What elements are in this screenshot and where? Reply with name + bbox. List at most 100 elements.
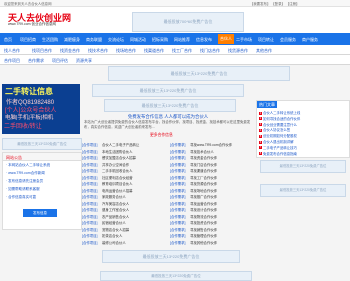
list-title-link[interactable]: 寻找投资合作伙伴	[190, 220, 217, 225]
list-category[interactable]: [合作项目]	[82, 175, 97, 180]
nav-item[interactable]: 商户服务	[302, 37, 318, 43]
nav-item[interactable]: 减肥瘦身	[64, 37, 80, 43]
list-title-link[interactable]: 二手手机回收合伙人	[102, 168, 133, 173]
nav-item[interactable]: 招标采购	[152, 37, 168, 43]
list-title-link[interactable]: 装修公司合伙人	[102, 240, 126, 245]
list-title-link[interactable]: 电商运营合伙人招募	[102, 188, 133, 193]
list-category[interactable]: [合作项目]	[82, 220, 97, 225]
list-category[interactable]: [合作需求]	[170, 168, 185, 173]
nav-item[interactable]: 商务联盟	[86, 37, 102, 43]
nav-item[interactable]: 合伙人	[218, 34, 234, 44]
nav-item[interactable]: 交流论坛	[108, 37, 124, 43]
nav-item[interactable]: 项目转让	[258, 37, 274, 43]
list-category[interactable]: [合作项目]	[82, 181, 97, 186]
list-category[interactable]: [合作需求]	[170, 227, 185, 232]
center-footer-ad[interactable]: 最低投放三天13*220免费广告位	[102, 250, 240, 263]
sub-nav-item[interactable]: 找工厂合作	[172, 48, 192, 54]
list-category[interactable]: [合作需求]	[170, 207, 185, 212]
nav-item[interactable]: 生活团购	[42, 37, 58, 43]
sub-nav-item[interactable]: 找项目合作	[32, 48, 52, 54]
list-title-link[interactable]: 宠物店合伙人招募	[102, 227, 129, 232]
list-category[interactable]: [合作需求]	[170, 142, 185, 147]
list-title-link[interactable]: 寻找运营合作伙伴	[190, 201, 217, 206]
list-category[interactable]: [合作项目]	[82, 168, 97, 173]
sub-nav-item[interactable]: 找场地合作	[116, 48, 136, 54]
right-ad[interactable]: 最低投放三天13*220免费广告位	[260, 184, 346, 197]
nav-item[interactable]: 同城活动	[130, 37, 146, 43]
list-category[interactable]: [合作需求]	[170, 155, 185, 160]
list-title-link[interactable]: 健身工作室合伙人	[102, 207, 129, 212]
list-title-link[interactable]: 寻找www.TR9.com合作伙伴	[190, 142, 232, 147]
list-category[interactable]: [合作项目]	[82, 162, 97, 167]
nav-item[interactable]: 二手市场	[236, 37, 252, 43]
sub-nav-item[interactable]: 找货源合作	[228, 48, 248, 54]
list-category[interactable]: [合作需求]	[170, 233, 185, 238]
sub-nav-item[interactable]: 找门店合作	[200, 48, 220, 54]
site-logo[interactable]: 天人去伙创业网 www.TR9.com 创业合作信息网	[8, 11, 71, 29]
list-title-link[interactable]: 教育培训项目合伙人	[102, 181, 133, 186]
post-info-button[interactable]: 发布信息	[23, 209, 57, 217]
sub-nav-item[interactable]: 合作需求	[28, 58, 44, 64]
list-category[interactable]: [合作需求]	[170, 188, 185, 193]
list-category[interactable]: [合作项目]	[82, 214, 97, 219]
list-category[interactable]: [合作需求]	[170, 240, 185, 245]
list-title-link[interactable]: 寻找推广合作伙伴	[190, 194, 217, 199]
nav-item[interactable]: 首页	[4, 37, 12, 43]
sub-nav-item[interactable]: 找人合作	[4, 48, 20, 54]
list-title-link[interactable]: 寻找管理合作伙伴	[190, 233, 217, 238]
hot-article-link[interactable]: 4 合伙人协议怎么签	[259, 127, 290, 132]
hot-article-link[interactable]: 1 合伙人二手转让系统上线	[259, 110, 300, 115]
promo-banner[interactable]: 二手转让信息 作者QQ81982480 [个人]公众号合伙人 电脑|手机|平板|…	[2, 84, 80, 134]
notice-item[interactable]: · 合作信息真实可靠	[6, 195, 36, 200]
list-title-link[interactable]: 寻找门店合作伙伴	[190, 162, 217, 167]
list-category[interactable]: [合作项目]	[82, 155, 97, 160]
list-title-link[interactable]: 本地生活团购合伙人	[102, 149, 133, 154]
hot-article-link[interactable]: 6 合伙人退出机制详解	[259, 139, 294, 144]
left-ad[interactable]: 最低投放三天13*220免费广告位	[2, 138, 82, 150]
list-category[interactable]: [合作需求]	[170, 201, 185, 206]
sub-nav-item[interactable]: 资源共享	[76, 58, 92, 64]
more-link[interactable]: 更多合作信息	[150, 133, 173, 138]
list-title-link[interactable]: 农产品销售合伙人	[102, 214, 129, 219]
list-title-link[interactable]: 寻找物流合作伙伴	[190, 214, 217, 219]
list-title-link[interactable]: 寻找工厂合作伙伴	[190, 175, 217, 180]
center-ad[interactable]: 最低投放三天13*220免费广告位	[104, 99, 236, 112]
list-title-link[interactable]: 合伙人二手电子产品转让	[102, 142, 139, 147]
list-title-link[interactable]: 寻找场地合作伙伴	[190, 188, 217, 193]
list-title-link[interactable]: 寻找其他合作伙伴	[190, 240, 217, 245]
nav-item[interactable]: 信息发布	[196, 37, 212, 43]
hot-article-link[interactable]: 8 免费发布合作信息指南	[259, 151, 297, 156]
list-title-link[interactable]: 家政服务合伙人	[102, 194, 126, 199]
list-category[interactable]: [合作项目]	[82, 142, 97, 147]
list-title-link[interactable]: 寻找货源合作伙伴	[190, 181, 217, 186]
list-title-link[interactable]: 共享办公空间合作	[102, 162, 129, 167]
list-title-link[interactable]: 社区便利店合伙经营	[102, 175, 133, 180]
notice-item[interactable]: · 本网站合伙人二手转让系统	[6, 163, 50, 168]
nav-item[interactable]: 会员服务	[280, 37, 296, 43]
notice-item[interactable]: · 发布信息请先注册会员	[6, 179, 43, 184]
hot-article-link[interactable]: 5 创业初期如何分配股权	[259, 133, 297, 138]
list-title-link[interactable]: 汽车美容店合伙人	[102, 201, 129, 206]
header-ad[interactable]: 最低投放700*60免费广告位	[132, 12, 244, 32]
list-category[interactable]: [合作需求]	[170, 162, 185, 167]
nav-item[interactable]: 项目招商	[20, 37, 36, 43]
hot-article-link[interactable]: 2 如何寻找合适的合作伙伴	[259, 116, 300, 121]
list-category[interactable]: [合作需求]	[170, 149, 185, 154]
sub-nav-item[interactable]: 找技术合作	[88, 48, 108, 54]
sub-nav-item[interactable]: 其他合作	[256, 48, 272, 54]
list-title-link[interactable]: 寻找资金合作伙伴	[190, 155, 217, 160]
sub-nav-item[interactable]: 找资金合作	[60, 48, 80, 54]
sub-nav-item[interactable]: 找渠道合作	[144, 48, 164, 54]
list-category[interactable]: [合作项目]	[82, 201, 97, 206]
list-category[interactable]: [合作项目]	[82, 227, 97, 232]
center-ad[interactable]: 最低投放三天13*220免费广告位	[92, 84, 244, 97]
list-title-link[interactable]: 寻找销售合作伙伴	[190, 227, 217, 232]
right-ad[interactable]: 最低投放三天13*220免费广告位	[260, 160, 346, 173]
list-category[interactable]: [合作项目]	[82, 233, 97, 238]
list-title-link[interactable]: 餐饮加盟店合伙人招募	[102, 155, 136, 160]
list-category[interactable]: [合作项目]	[82, 188, 97, 193]
list-category[interactable]: [合作需求]	[170, 220, 185, 225]
list-title-link[interactable]: 奶茶店合伙人	[102, 233, 122, 238]
list-title-link[interactable]: 寻找设计合作伙伴	[190, 207, 217, 212]
top-links[interactable]: 【我要发布】 【登录】 【注册】	[250, 1, 299, 6]
